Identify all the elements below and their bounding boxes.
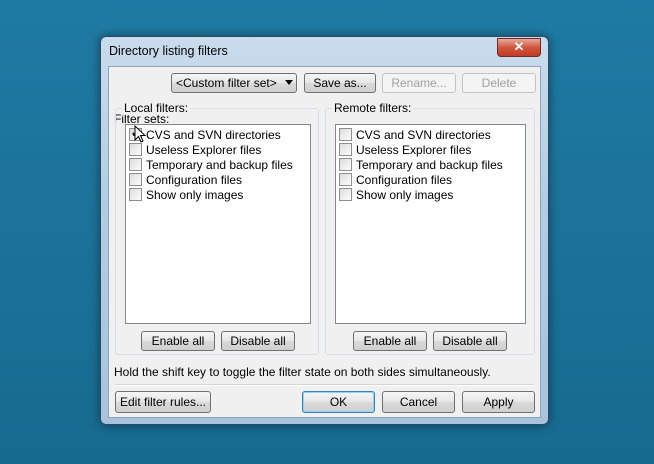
mouse-pointer-icon [134, 125, 146, 143]
remote-filter-cvs-svn[interactable]: CVS and SVN directories [339, 127, 509, 142]
checkbox[interactable] [339, 128, 352, 141]
list-item-label: Useless Explorer files [146, 143, 262, 157]
apply-button[interactable]: Apply [462, 391, 535, 413]
remote-filter-configuration[interactable]: Configuration files [339, 172, 509, 187]
filters-dialog: Directory listing filters ✕ Filter sets:… [100, 36, 549, 425]
checkbox[interactable] [129, 173, 142, 186]
local-filters-group: Local filters: ✔ CVS and SVN directories… [115, 101, 319, 355]
dialog-body: Filter sets: <Custom filter set> Save as… [108, 66, 541, 418]
remote-filter-useless-explorer[interactable]: Useless Explorer files [339, 142, 509, 157]
chevron-down-icon [285, 80, 293, 85]
local-filters-title: Local filters: [122, 101, 191, 115]
remote-filters-title: Remote filters: [332, 101, 414, 115]
delete-button[interactable]: Delete [462, 73, 536, 93]
list-item-label: Configuration files [356, 173, 453, 187]
window-title: Directory listing filters [109, 44, 228, 58]
remote-filters-list[interactable]: CVS and SVN directories Useless Explorer… [335, 124, 526, 324]
local-filter-configuration[interactable]: Configuration files [129, 172, 299, 187]
checkbox[interactable] [129, 158, 142, 171]
list-item-label: CVS and SVN directories [146, 128, 281, 142]
shift-key-hint: Hold the shift key to toggle the filter … [114, 365, 491, 379]
list-item-label: Temporary and backup files [146, 158, 293, 172]
close-icon: ✕ [513, 39, 525, 54]
list-item-label: CVS and SVN directories [356, 128, 491, 142]
checkbox[interactable] [339, 158, 352, 171]
rename-button[interactable]: Rename... [382, 73, 456, 93]
list-item-label: Temporary and backup files [356, 158, 503, 172]
remote-filters-group: Remote filters: CVS and SVN directories … [325, 101, 535, 355]
local-filter-temporary-backup[interactable]: Temporary and backup files [129, 157, 299, 172]
checkbox[interactable] [129, 188, 142, 201]
list-item-label: Show only images [356, 188, 454, 202]
filter-set-dropdown[interactable]: <Custom filter set> [171, 73, 297, 93]
remote-disable-all-button[interactable]: Disable all [433, 331, 507, 351]
title-bar[interactable]: Directory listing filters ✕ [101, 37, 548, 65]
local-disable-all-button[interactable]: Disable all [221, 331, 295, 351]
local-filter-only-images[interactable]: Show only images [129, 187, 299, 202]
remote-filter-temporary-backup[interactable]: Temporary and backup files [339, 157, 509, 172]
remote-filter-only-images[interactable]: Show only images [339, 187, 509, 202]
cancel-button[interactable]: Cancel [382, 391, 455, 413]
checkbox[interactable] [129, 143, 142, 156]
list-item-label: Show only images [146, 188, 244, 202]
local-filters-list[interactable]: ✔ CVS and SVN directories Useless Explor… [125, 124, 311, 324]
edit-filter-rules-button[interactable]: Edit filter rules... [115, 391, 211, 413]
list-item-label: Configuration files [146, 173, 243, 187]
filter-set-value: <Custom filter set> [176, 76, 277, 90]
local-filter-cvs-svn[interactable]: ✔ CVS and SVN directories [129, 126, 299, 142]
ok-button[interactable]: OK [302, 391, 375, 413]
checkbox[interactable] [339, 173, 352, 186]
checkbox[interactable] [339, 188, 352, 201]
local-enable-all-button[interactable]: Enable all [141, 331, 215, 351]
close-button[interactable]: ✕ [497, 38, 541, 57]
list-item-label: Useless Explorer files [356, 143, 472, 157]
divider [115, 384, 534, 386]
checkbox[interactable] [339, 143, 352, 156]
local-filter-useless-explorer[interactable]: Useless Explorer files [129, 142, 299, 157]
remote-enable-all-button[interactable]: Enable all [353, 331, 427, 351]
save-as-button[interactable]: Save as... [304, 73, 376, 93]
